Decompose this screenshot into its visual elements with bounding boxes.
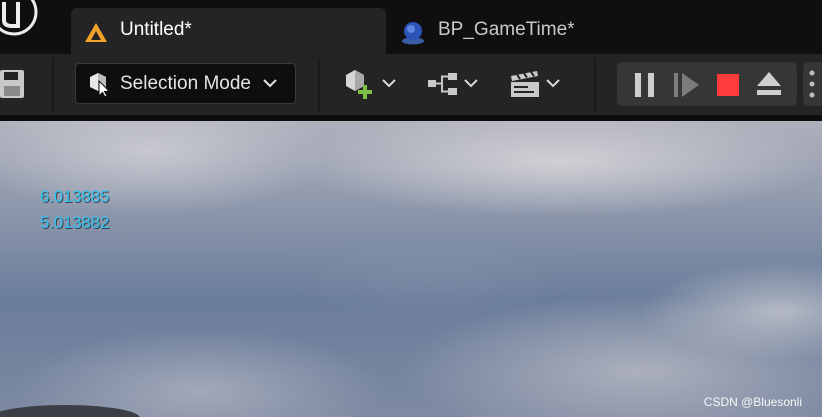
stop-icon[interactable] [716,72,740,98]
more-options-button[interactable] [803,62,822,106]
selection-mode-label: Selection Mode [120,73,251,94]
blueprint-graph-icon [428,73,457,95]
toolbar-divider [318,58,320,112]
unreal-editor-window: Untitled* BP_GameTime* Selection Mode 6.… [0,0,822,417]
terrain-hill [0,405,140,417]
selection-mode-icon [90,73,111,97]
chevron-down-icon [464,79,478,88]
step-frame-icon[interactable] [673,72,701,98]
level-icon [85,23,107,42]
tab-label: BP_GameTime* [438,19,575,40]
more-vertical-icon [809,70,815,98]
document-tab-bar: Untitled* BP_GameTime* [0,0,822,54]
chevron-down-icon [382,79,396,88]
pause-icon[interactable] [634,72,656,98]
cinematics-button[interactable] [508,64,564,104]
level-editor-toolbar: Selection Mode [0,54,822,115]
chevron-down-icon [546,79,560,88]
cinematics-icon [511,71,539,97]
chevron-down-icon [263,79,277,88]
eject-icon[interactable] [755,71,783,97]
unreal-logo-icon[interactable] [0,0,42,40]
watermark-text: CSDN @Bluesonli [703,395,802,409]
level-viewport[interactable]: 6.013885 5.013882 CSDN @Bluesonli [0,121,822,417]
play-controls-group [617,62,797,106]
tab-untitled[interactable]: Untitled* [71,8,386,54]
tab-label: Untitled* [120,19,192,40]
selection-mode-dropdown[interactable]: Selection Mode [75,63,296,104]
debug-print-line: 5.013882 [40,213,110,232]
add-actor-button[interactable] [342,64,400,104]
tab-bp-gametime[interactable]: BP_GameTime* [394,8,624,54]
blueprint-icon [402,22,424,45]
save-icon[interactable] [0,68,30,102]
toolbar-divider [594,58,596,112]
blueprints-button[interactable] [426,64,482,104]
toolbar-divider [52,58,54,112]
add-actor-icon [346,70,372,99]
debug-print-line: 6.013885 [40,187,110,206]
